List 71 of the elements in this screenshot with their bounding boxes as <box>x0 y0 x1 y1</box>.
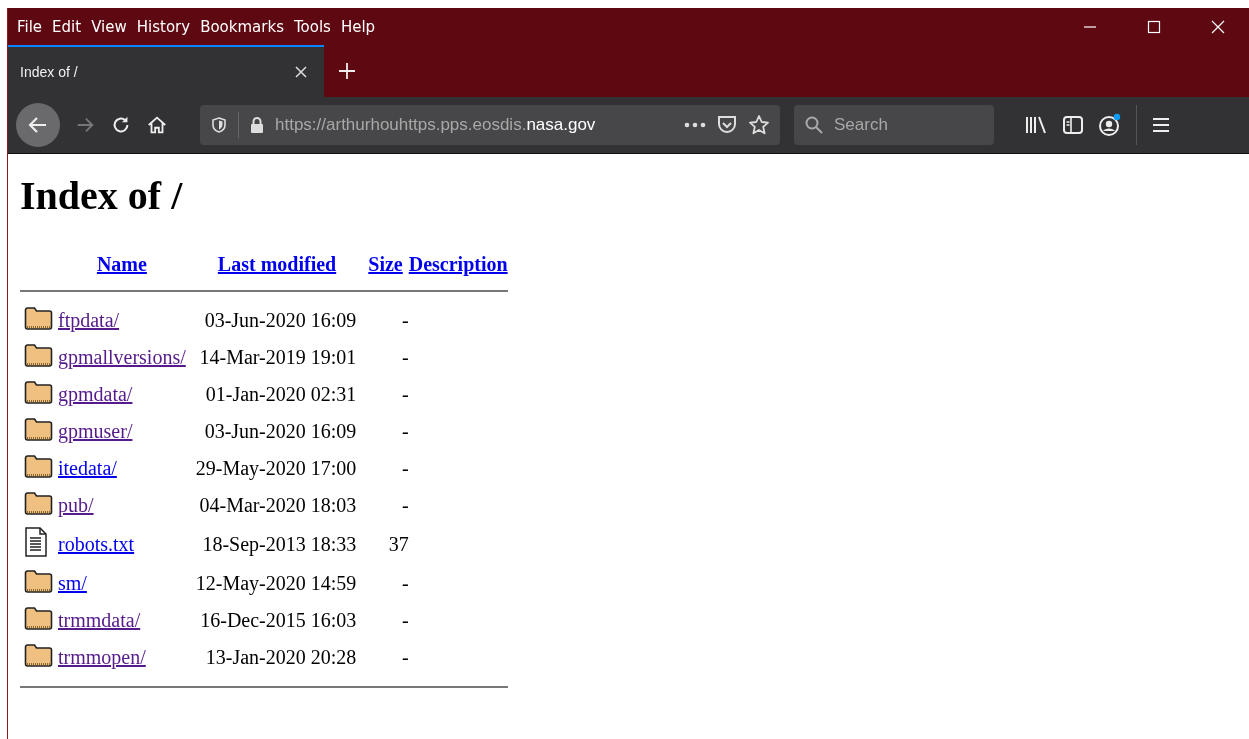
star-icon[interactable] <box>748 114 770 136</box>
folder-icon <box>24 342 54 368</box>
address-bar[interactable]: https://arthurhouhttps.pps.eosdis.nasa.gov <box>200 105 780 145</box>
size-cell-text: - <box>401 308 409 333</box>
folder-icon <box>24 379 54 405</box>
file-link[interactable]: sm/ <box>58 572 87 594</box>
folder-icon <box>24 568 54 594</box>
account-icon[interactable] <box>1098 113 1122 137</box>
pocket-icon[interactable] <box>716 114 738 136</box>
folder-icon <box>24 490 54 516</box>
modified-cell: 14-Mar-2019 19:01 <box>185 339 369 376</box>
column-header-link[interactable]: Last modified <box>217 253 337 275</box>
home-icon[interactable] <box>146 114 168 136</box>
shield-icon[interactable] <box>210 116 228 134</box>
library-icon[interactable] <box>1024 114 1048 136</box>
size-cell-text: - <box>401 419 409 444</box>
modified-cell-text: 13-Jan-2020 20:28 <box>204 645 358 670</box>
size-cell-text: - <box>401 493 409 518</box>
search-icon <box>804 115 824 135</box>
file-link[interactable]: robots.txt <box>58 533 135 555</box>
size-cell-text: - <box>401 608 409 633</box>
column-header-link[interactable]: Name <box>96 253 147 275</box>
menu-item[interactable]: Bookmarks <box>200 17 284 36</box>
folder-icon <box>24 305 54 331</box>
menu-item[interactable]: Tools <box>293 17 331 36</box>
file-link[interactable]: trmmdata/ <box>58 609 141 631</box>
menu-item[interactable]: Edit <box>52 17 82 36</box>
menu-item[interactable]: Help <box>340 17 376 36</box>
plus-icon[interactable] <box>338 62 356 80</box>
folder-icon <box>24 605 54 631</box>
column-header-link[interactable]: Description <box>408 253 508 275</box>
modified-cell-text: 03-Jun-2020 16:09 <box>203 419 358 444</box>
size-cell-text: - <box>401 345 409 370</box>
modified-cell-text: 12-May-2020 14:59 <box>194 571 358 597</box>
url-text: https://arthurhouhttps.pps.eosdis.nasa.gov <box>275 115 597 135</box>
file-link[interactable]: ftpdata/ <box>58 309 120 331</box>
file-link[interactable]: itedata/ <box>58 457 117 479</box>
modified-cell-text: 29-May-2020 17:00 <box>194 456 358 482</box>
lock-icon <box>249 116 265 134</box>
file-link[interactable]: gpmallversions/ <box>58 346 186 368</box>
modified-cell-text: 18-Sep-2013 18:33 <box>201 532 358 558</box>
size-cell-text: - <box>401 645 409 670</box>
close-icon[interactable] <box>294 65 308 79</box>
maximize-icon[interactable] <box>1147 19 1161 34</box>
modified-cell-text: 16-Dec-2015 16:03 <box>199 608 358 633</box>
page-heading: Index of / <box>20 172 184 219</box>
menu-item[interactable]: History <box>136 17 191 36</box>
menu-icon[interactable] <box>1151 115 1171 135</box>
modified-cell-text: 01-Jan-2020 02:31 <box>204 382 358 407</box>
size-cell-text: - <box>401 456 409 481</box>
size-cell-text: - <box>401 382 409 407</box>
file-link[interactable]: gpmuser/ <box>58 420 133 442</box>
back-button[interactable] <box>16 103 60 147</box>
sidebar-icon[interactable] <box>1062 114 1084 136</box>
file-link[interactable]: trmmopen/ <box>58 646 146 668</box>
menu-item[interactable]: View <box>91 17 127 36</box>
browser-tab[interactable]: Index of / <box>8 45 324 97</box>
modified-cell-text: 04-Mar-2020 18:03 <box>198 493 358 518</box>
search-field[interactable]: Search <box>794 105 994 145</box>
folder-icon <box>24 416 54 442</box>
more-icon[interactable] <box>684 122 706 128</box>
folder-icon <box>24 642 54 668</box>
modified-cell-text: 03-Jun-2020 16:09 <box>203 308 358 333</box>
size-cell-text: - <box>401 571 409 596</box>
size-cell-text: 37 <box>387 532 409 557</box>
folder-icon <box>24 453 54 479</box>
column-header-link[interactable]: Size <box>368 253 403 275</box>
file-link[interactable]: gpmdata/ <box>58 383 133 405</box>
menu-item[interactable]: File <box>17 17 43 36</box>
file-link[interactable]: pub/ <box>58 494 94 516</box>
text-file-icon <box>24 527 48 557</box>
